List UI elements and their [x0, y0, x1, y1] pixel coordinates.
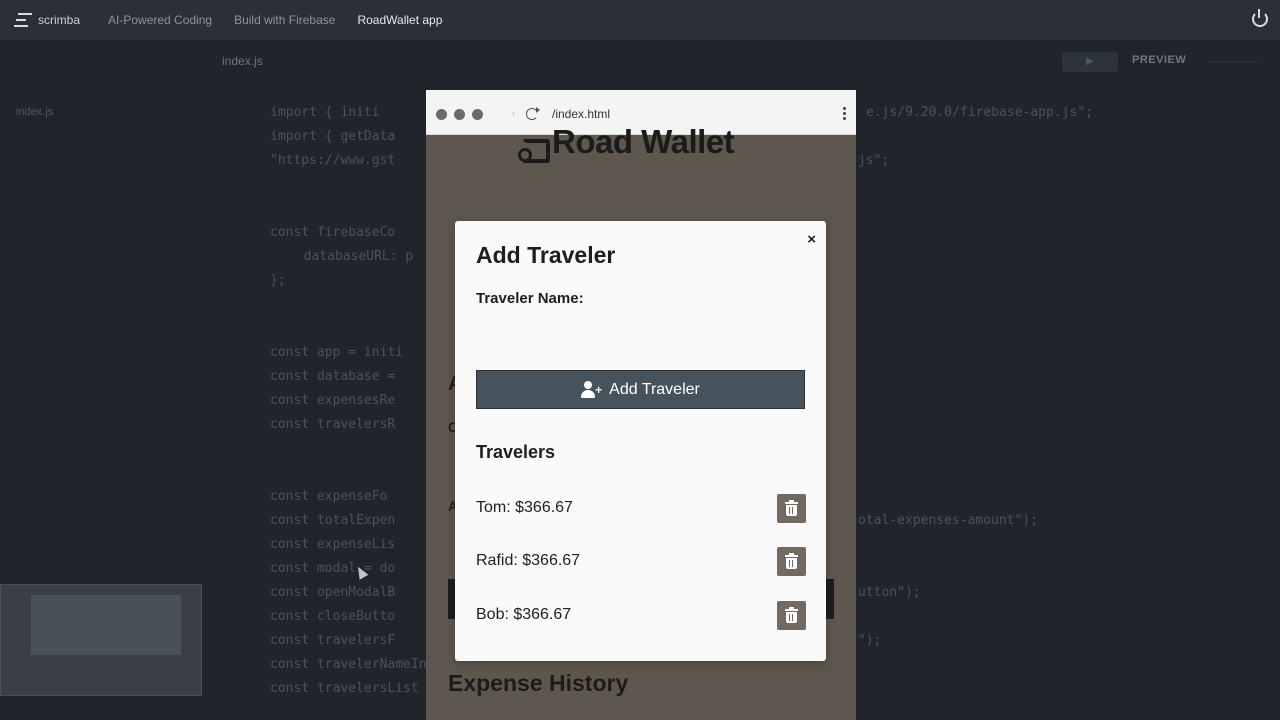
code-line-tail: ");	[858, 633, 882, 648]
trash-icon	[785, 499, 798, 516]
code-line: const travelersF	[270, 633, 396, 648]
sidebar-file-index-js[interactable]: index.js	[16, 106, 53, 118]
address-bar[interactable]: /index.html	[552, 107, 610, 121]
trash-icon	[785, 606, 798, 623]
breadcrumb-module[interactable]: Build with Firebase	[234, 13, 335, 27]
traveler-row: Rafid: $366.67	[476, 546, 806, 576]
delete-traveler-button[interactable]	[777, 600, 806, 630]
preview-browser: ‹ /index.html Road Wallet A C A Expense …	[426, 90, 856, 720]
code-line: const database =	[270, 369, 396, 384]
code-line: const openModalB	[270, 585, 396, 600]
breadcrumb-lesson[interactable]: RoadWallet app	[357, 13, 442, 27]
preview-label[interactable]: PREVIEW	[1132, 54, 1186, 66]
code-line: };	[270, 273, 286, 288]
run-button[interactable]: ▶	[1062, 52, 1118, 72]
code-line: const app = initi	[270, 345, 404, 360]
window-dot-icon	[472, 109, 483, 120]
expense-history-heading: Expense History	[448, 670, 629, 696]
scrimba-logo-icon	[14, 13, 32, 27]
delete-traveler-button[interactable]	[777, 493, 806, 523]
close-modal-button[interactable]: ×	[807, 231, 816, 248]
scrimba-logo[interactable]: scrimba	[14, 13, 80, 27]
webcam-thumbnail	[0, 584, 202, 696]
file-tab-index-js[interactable]: index.js	[222, 54, 263, 68]
window-dot-icon	[436, 109, 447, 120]
traveler-balance: Rafid: $366.67	[476, 552, 581, 569]
kebab-menu-icon[interactable]	[843, 107, 846, 120]
code-line: const travelersR	[270, 417, 396, 432]
traveler-balance: Tom: $366.67	[476, 499, 573, 516]
code-line: "https://www.gst	[270, 153, 396, 168]
code-line: const expensesRe	[270, 393, 396, 408]
travelers-heading: Travelers	[476, 442, 556, 462]
add-traveler-button[interactable]: + Add Traveler	[476, 370, 805, 409]
add-traveler-button-label: Add Traveler	[609, 380, 700, 398]
traveler-name-input[interactable]	[476, 317, 805, 351]
code-line: const expenseFo	[270, 489, 388, 504]
app-page: Road Wallet A C A Expense History × Add …	[426, 123, 856, 720]
back-arrow-icon[interactable]: ‹	[512, 108, 515, 119]
code-line-tail: js";	[858, 153, 890, 168]
breadcrumb-course[interactable]: AI-Powered Coding	[108, 13, 212, 27]
traveler-row: Tom: $366.67	[476, 493, 806, 523]
code-line: const closeButto	[270, 609, 396, 624]
app-title: Road Wallet	[552, 123, 735, 160]
code-line: databaseURL: p	[288, 249, 414, 264]
code-line: const totalExpen	[270, 513, 396, 528]
code-line: import { initi	[270, 105, 380, 120]
brand-name: scrimba	[38, 13, 81, 27]
trash-icon	[785, 552, 798, 569]
traveler-row: Bob: $366.67	[476, 600, 806, 630]
code-line: import { getData	[270, 129, 396, 144]
window-dot-icon	[454, 109, 465, 120]
top-nav: scrimba AI-Powered Coding Build with Fir…	[0, 0, 1280, 40]
code-line: const firebaseCo	[270, 225, 396, 240]
traveler-balance: Bob: $366.67	[476, 606, 572, 623]
power-icon[interactable]	[1252, 9, 1268, 27]
add-traveler-modal: × Add Traveler Traveler Name: + Add Trav…	[455, 221, 826, 661]
user-plus-icon: +	[581, 380, 603, 399]
code-line-tail: otal-expenses-amount");	[858, 513, 1039, 528]
reload-icon[interactable]	[526, 107, 540, 120]
code-line: const modal = do	[270, 561, 396, 576]
traveler-name-label: Traveler Name:	[476, 290, 584, 307]
delete-traveler-button[interactable]	[777, 546, 806, 576]
modal-title: Add Traveler	[476, 242, 616, 268]
wallet-icon	[518, 139, 550, 163]
code-line-tail: e.js/9.20.0/firebase-app.js";	[866, 105, 1093, 120]
code-line-tail: utton");	[858, 585, 921, 600]
code-line: const expenseLis	[270, 537, 396, 552]
toolbar-placeholder	[1210, 54, 1260, 62]
